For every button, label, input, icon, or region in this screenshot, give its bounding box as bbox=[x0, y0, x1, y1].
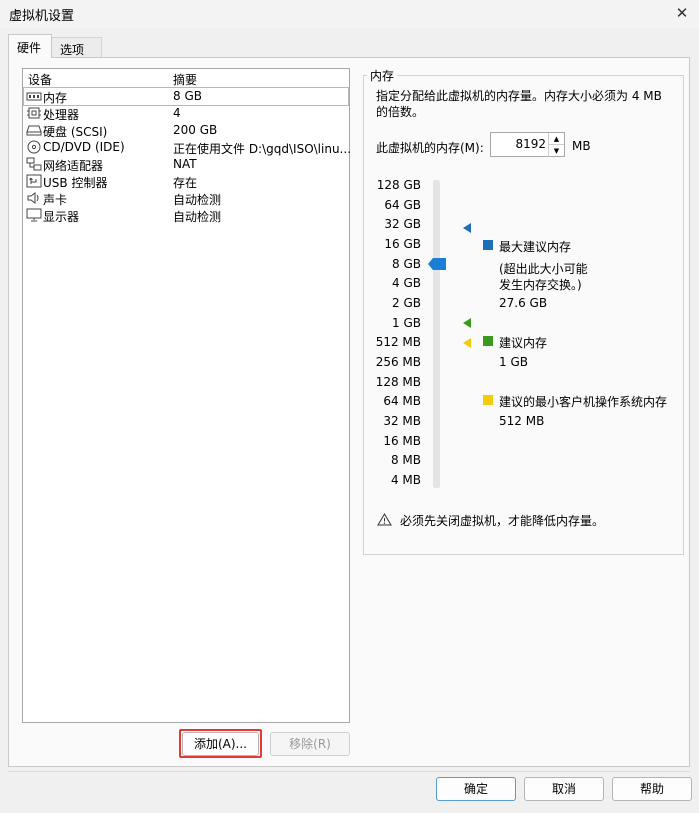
scale-label: 1 GB bbox=[392, 316, 421, 330]
max-legend-swatch bbox=[483, 240, 493, 250]
warning-text: 必须先关闭虚拟机，才能降低内存量。 bbox=[400, 514, 605, 528]
spin-up-icon[interactable]: ▲ bbox=[548, 133, 564, 145]
scale-label: 64 MB bbox=[383, 394, 421, 408]
rec-legend-value: 1 GB bbox=[499, 355, 528, 369]
cpu-icon bbox=[27, 107, 41, 119]
min-legend-value: 512 MB bbox=[499, 414, 545, 428]
device-name: 内存 bbox=[43, 91, 68, 105]
column-header-device[interactable]: 设备 bbox=[28, 71, 52, 88]
device-row-harddisk[interactable]: 硬盘 (SCSI) 200 GB bbox=[24, 122, 348, 139]
memory-spinbox[interactable]: 8192 ▲ ▼ bbox=[490, 132, 565, 157]
device-name: CD/DVD (IDE) bbox=[43, 140, 125, 154]
memory-slider-track[interactable] bbox=[433, 180, 440, 488]
tab-hardware[interactable]: 硬件 bbox=[8, 34, 52, 58]
device-row-network[interactable]: 网络适配器 NAT bbox=[24, 156, 348, 173]
column-header-summary[interactable]: 摘要 bbox=[173, 71, 197, 88]
spin-down-icon[interactable]: ▼ bbox=[548, 145, 564, 157]
memory-icon bbox=[26, 92, 42, 101]
scale-label: 512 MB bbox=[375, 335, 421, 349]
scale-label: 16 MB bbox=[383, 434, 421, 448]
usb-icon bbox=[26, 174, 42, 188]
scale-label: 4 MB bbox=[390, 473, 421, 487]
scale-label: 8 GB bbox=[392, 257, 421, 271]
device-name: USB 控制器 bbox=[43, 176, 108, 190]
device-summary: 自动检测 bbox=[173, 210, 222, 224]
memory-field-label: 此虚拟机的内存(M): bbox=[376, 141, 484, 155]
device-name: 硬盘 (SCSI) bbox=[43, 125, 108, 139]
max-legend-value: 27.6 GB bbox=[499, 296, 548, 310]
memory-description: 指定分配给此虚拟机的内存量。内存大小必须为 4 MB 的倍数。 bbox=[376, 89, 662, 119]
device-row-usb[interactable]: USB 控制器 存在 bbox=[24, 173, 348, 190]
footer-separator bbox=[8, 771, 690, 772]
min-legend-title: 建议的最小客户机操作系统内存 bbox=[499, 395, 668, 409]
device-row-display[interactable]: 显示器 自动检测 bbox=[24, 207, 348, 224]
scale-label: 64 GB bbox=[384, 198, 421, 212]
ok-button[interactable]: 确定 bbox=[436, 777, 516, 801]
device-list[interactable]: 设备 摘要 内存 8 GB 处理器 4 硬盘 (SCSI) 200 GB CD/… bbox=[22, 68, 352, 723]
scale-label: 128 MB bbox=[375, 375, 421, 389]
cancel-button[interactable]: 取消 bbox=[524, 777, 604, 801]
min-guest-marker-icon bbox=[463, 338, 471, 348]
cdrom-icon bbox=[27, 140, 41, 154]
memory-unit: MB bbox=[572, 139, 591, 153]
scale-label: 4 GB bbox=[392, 276, 421, 290]
device-summary: 自动检测 bbox=[173, 193, 222, 207]
scale-label: 128 GB bbox=[376, 178, 421, 192]
device-summary: 8 GB bbox=[173, 89, 202, 103]
window-title: 虚拟机设置 bbox=[9, 9, 75, 24]
recommended-marker-icon bbox=[463, 318, 471, 328]
warning-icon bbox=[377, 513, 392, 526]
device-summary: 4 bbox=[173, 106, 181, 120]
scale-label: 8 MB bbox=[390, 453, 421, 467]
device-summary: 正在使用文件 D:\gqd\ISO\linu... bbox=[173, 142, 352, 156]
device-summary: 200 GB bbox=[173, 123, 218, 137]
min-legend-swatch bbox=[483, 395, 493, 405]
help-button[interactable]: 帮助 bbox=[612, 777, 692, 801]
max-recommended-marker-icon bbox=[463, 223, 471, 233]
network-icon bbox=[26, 157, 42, 171]
device-row-memory[interactable]: 内存 8 GB bbox=[23, 87, 349, 106]
tab-options[interactable]: 选项 bbox=[52, 37, 102, 58]
scale-label: 2 GB bbox=[392, 296, 421, 310]
device-row-cdrom[interactable]: CD/DVD (IDE) 正在使用文件 D:\gqd\ISO\linu... bbox=[24, 139, 352, 156]
memory-group-title: 内存 bbox=[367, 67, 398, 84]
scale-label: 32 MB bbox=[383, 414, 421, 428]
device-summary: 存在 bbox=[173, 176, 198, 190]
speaker-icon bbox=[27, 192, 39, 204]
device-row-cpu[interactable]: 处理器 4 bbox=[24, 105, 348, 122]
scale-label: 256 MB bbox=[375, 355, 421, 369]
max-legend-title: 最大建议内存 bbox=[499, 240, 572, 254]
device-name: 网络适配器 bbox=[43, 159, 104, 173]
max-legend-note: (超出此大小可能 bbox=[499, 262, 588, 276]
add-button[interactable]: 添加(A)... bbox=[182, 732, 259, 756]
device-row-sound[interactable]: 声卡 自动检测 bbox=[24, 190, 348, 207]
max-legend-note: 发生内存交换。) bbox=[499, 278, 582, 292]
device-name: 声卡 bbox=[43, 193, 68, 207]
memory-value[interactable]: 8192 bbox=[515, 137, 546, 151]
rec-legend-title: 建议内存 bbox=[499, 336, 548, 350]
close-icon[interactable]: ✕ bbox=[671, 2, 693, 24]
scale-label: 32 GB bbox=[384, 217, 421, 231]
rec-legend-swatch bbox=[483, 336, 493, 346]
remove-button[interactable]: 移除(R) bbox=[270, 732, 350, 756]
harddisk-icon bbox=[26, 125, 42, 136]
device-name: 处理器 bbox=[43, 108, 80, 122]
scale-label: 16 GB bbox=[384, 237, 421, 251]
device-summary: NAT bbox=[173, 157, 197, 171]
memory-slider-thumb[interactable] bbox=[428, 258, 446, 270]
title-bar bbox=[0, 0, 699, 28]
monitor-icon bbox=[26, 208, 42, 222]
device-name: 显示器 bbox=[43, 210, 80, 224]
